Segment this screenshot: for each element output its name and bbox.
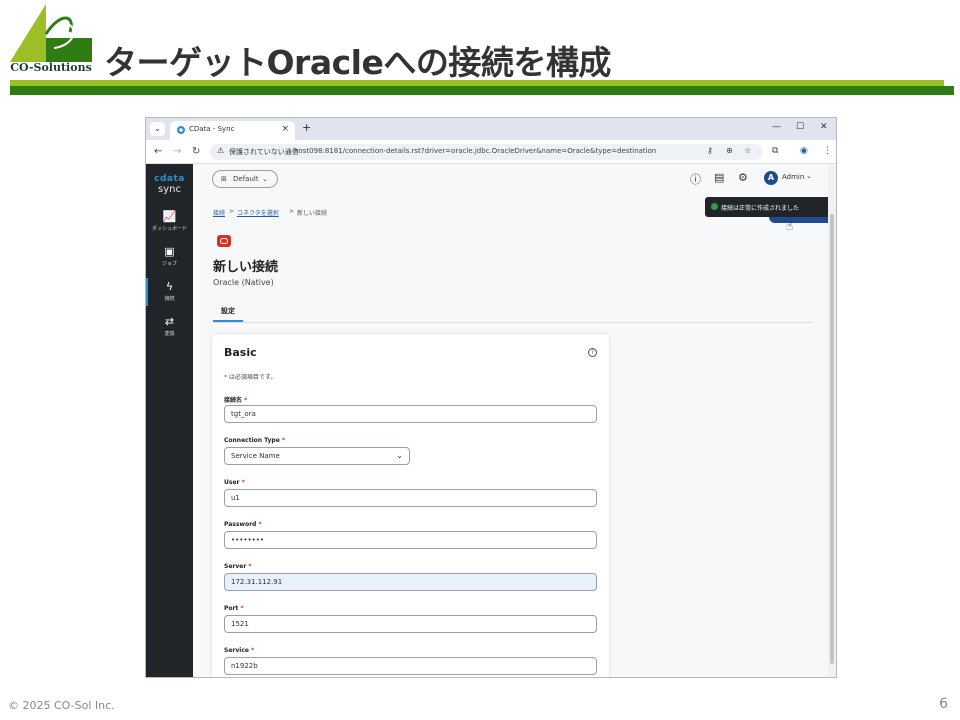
server-input[interactable]: 172.31.112.91 — [224, 573, 597, 591]
tab-title: CData - Sync — [189, 125, 235, 133]
url-text[interactable]: host098:8181/connection-details.rst?driv… — [294, 147, 656, 155]
browser-tab[interactable]: CData - Sync × — [170, 121, 295, 140]
cdata-brand: cdata — [154, 174, 185, 184]
connection-name-input[interactable]: tgt_ora — [224, 405, 597, 423]
app-sidebar: cdata sync 📈 ダッシュボード ▣ ジョブ ϟ 接続 ⇄ 変換 — [146, 164, 193, 677]
bolt-icon: ϟ — [165, 280, 174, 293]
avatar[interactable]: A — [764, 171, 778, 185]
connection-name-label: 接続名 * — [224, 397, 248, 404]
bookmark-star-icon[interactable]: ☆ — [744, 146, 751, 155]
user-menu-chevron-icon[interactable]: ⌄ — [806, 172, 812, 180]
port-input[interactable]: 1521 — [224, 615, 597, 633]
breadcrumb-current: 新しい接続 — [297, 210, 328, 217]
sidebar-item-label: 変換 — [164, 331, 175, 337]
maximize-icon[interactable]: ☐ — [796, 122, 804, 132]
connection-type-select[interactable]: Service Name ⌄ — [224, 447, 410, 465]
port-label: Port * — [224, 605, 244, 612]
tab-bar: ⌄ CData - Sync × + — ☐ ✕ — [146, 118, 836, 140]
sidebar-item-label: ダッシュボード — [151, 226, 187, 232]
breadcrumb-separator: > — [229, 208, 235, 215]
address-bar: ← → ↻ ⚠ 保護されていない通信 host098:8181/connecti… — [146, 140, 836, 164]
toast-message: 接続は正常に作成されました — [721, 205, 800, 212]
chart-icon: 📈 — [162, 210, 177, 223]
minimize-icon[interactable]: — — [772, 122, 781, 132]
key-icon[interactable]: ⚷ — [707, 146, 713, 155]
slide-title: ターゲットOracleへの接続を構成 — [104, 43, 611, 82]
workspace-selector[interactable]: ⊞ Default ⌄ — [212, 170, 278, 188]
breadcrumb-connections[interactable]: 接続 — [213, 208, 225, 217]
workspace-name: Default — [233, 175, 259, 183]
help-icon[interactable]: ⓘ — [690, 171, 701, 187]
title-bar-dark — [10, 86, 954, 95]
connector-subtitle: Oracle (Native) — [213, 278, 274, 287]
success-toast: 接続は正常に作成されました ✕ — [705, 197, 836, 217]
back-icon[interactable]: ← — [154, 146, 162, 157]
extensions-icon[interactable]: ⧉ — [772, 146, 778, 156]
question-help-icon[interactable]: ? — [588, 348, 597, 357]
scrollbar[interactable] — [828, 164, 836, 677]
close-window-icon[interactable]: ✕ — [820, 122, 828, 132]
user-input[interactable]: u1 — [224, 489, 597, 507]
connection-type-label: Connection Type * — [224, 437, 285, 444]
tab-close-icon[interactable]: × — [281, 124, 289, 134]
browser-menu-icon[interactable]: ⋮ — [823, 146, 832, 156]
basic-settings-card: Basic ? * は必須項目です。 接続名 * tgt_ora Connect… — [212, 334, 609, 677]
browser-window: ⌄ CData - Sync × + — ☐ ✕ ← → ↻ ⚠ 保護されていな… — [145, 117, 837, 678]
warning-icon: ⚠ — [217, 146, 225, 155]
new-tab-icon[interactable]: + — [302, 121, 311, 134]
tab-divider — [213, 322, 813, 323]
breadcrumb-separator: > — [289, 208, 295, 215]
footer-copyright: © 2025 CO-Sol Inc. — [8, 699, 115, 712]
sidebar-item-dashboard[interactable]: 📈 ダッシュボード — [146, 210, 193, 233]
save-button-partial[interactable] — [769, 217, 836, 223]
sidebar-item-connections[interactable]: ϟ 接続 — [146, 280, 193, 303]
page-title: 新しい接続 — [213, 260, 279, 275]
tab-search-chevron-icon[interactable]: ⌄ — [150, 122, 165, 136]
page-number: 6 — [939, 696, 948, 712]
main-content: ⊞ Default ⌄ ⓘ ▤ ⚙ A Admin ⌄ 接続 > コネクタを選択… — [193, 164, 836, 677]
service-label: Service * — [224, 647, 255, 654]
forward-icon[interactable]: → — [173, 146, 181, 157]
url-omnibox[interactable]: ⚠ 保護されていない通信 host098:8181/connection-det… — [210, 144, 763, 160]
password-input[interactable]: •••••••• — [224, 531, 597, 549]
sidebar-item-transform[interactable]: ⇄ 変換 — [146, 315, 193, 338]
chevron-down-icon: ⌄ — [262, 175, 268, 183]
card-title: Basic — [224, 346, 257, 359]
profile-icon[interactable]: ◉ — [800, 146, 808, 156]
required-note: * は必須項目です。 — [224, 374, 277, 381]
hand-cursor-icon: ☝ — [786, 219, 794, 233]
user-name[interactable]: Admin — [782, 173, 804, 181]
password-label: Password * — [224, 521, 262, 528]
cdata-favicon-icon — [177, 126, 185, 134]
reload-icon[interactable]: ↻ — [192, 146, 200, 157]
oracle-logo-icon — [217, 235, 231, 247]
logo-text: CO-Solutions — [10, 61, 92, 74]
briefcase-icon: ▣ — [164, 245, 175, 258]
connection-type-value: Service Name — [231, 452, 280, 460]
docs-book-icon[interactable]: ▤ — [714, 171, 724, 184]
service-input[interactable]: n1922b — [224, 657, 597, 675]
sidebar-item-label: ジョブ — [161, 261, 177, 267]
transfer-icon: ⇄ — [164, 315, 175, 328]
settings-gear-icon[interactable]: ⚙ — [738, 171, 748, 184]
zoom-icon[interactable]: ⊕ — [726, 146, 733, 155]
chevron-down-icon: ⌄ — [396, 451, 403, 460]
sync-brand: sync — [158, 184, 181, 195]
server-label: Server * — [224, 563, 252, 570]
tab-settings[interactable]: 設定 — [221, 306, 235, 316]
workspace-grid-icon: ⊞ — [221, 175, 227, 183]
breadcrumb-select-connector[interactable]: コネクタを選択 — [237, 208, 279, 217]
scrollbar-thumb[interactable] — [830, 214, 834, 664]
sidebar-item-jobs[interactable]: ▣ ジョブ — [146, 245, 193, 268]
sidebar-item-label: 接続 — [164, 296, 175, 302]
user-label: User * — [224, 479, 245, 486]
security-label[interactable]: 保護されていない通信 — [229, 147, 299, 157]
success-check-icon — [711, 203, 718, 210]
